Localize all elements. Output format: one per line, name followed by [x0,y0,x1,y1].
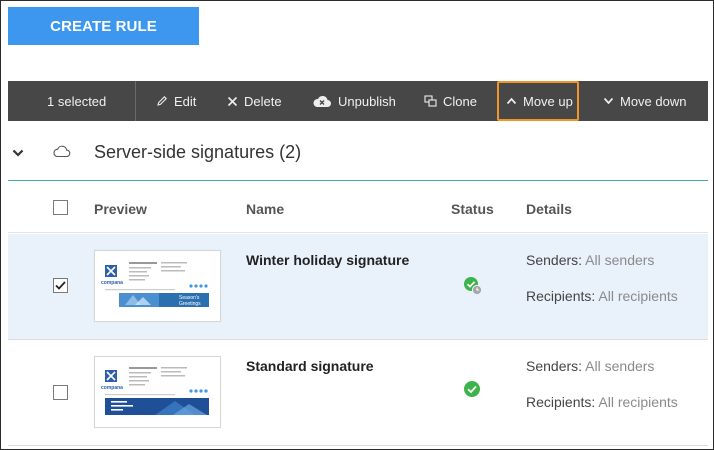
unpublish-label: Unpublish [338,93,396,109]
close-icon [227,96,238,107]
preview-brand: compana [101,385,123,391]
chevron-up-icon [506,97,517,105]
edit-button[interactable]: Edit [156,81,196,121]
move-down-button[interactable]: Move down [603,81,686,121]
preview-brand: compana [101,280,123,286]
column-header-status: Status [451,201,494,217]
unpublish-button[interactable]: Unpublish [312,81,396,121]
delete-button[interactable]: Delete [227,81,282,121]
senders-label: Senders: [526,358,583,374]
row-checkbox[interactable] [53,385,68,400]
column-header-details: Details [526,201,572,217]
recipients-value: All recipients [598,288,678,304]
move-up-label: Move up [523,93,573,109]
senders-detail: Senders: All senders [526,252,654,268]
toolbar-divider [135,81,136,121]
signature-name[interactable]: Winter holiday signature [246,252,409,268]
selected-count: 1 selected [47,81,106,121]
pencil-icon [156,95,168,107]
checkmark-icon [55,281,66,290]
senders-value: All senders [585,252,655,268]
table-header: Preview Name Status Details [8,183,708,233]
selection-toolbar: 1 selected Edit Delete Unpublish Clone M… [8,81,708,121]
collapse-chevron-icon[interactable] [12,145,24,163]
group-title: Server-side signatures (2) [94,142,302,162]
signature-name[interactable]: Standard signature [246,358,374,374]
signature-thumbnail [105,262,209,307]
signature-preview[interactable]: compana Season's Greetings [94,250,221,322]
senders-detail: Senders: All senders [526,358,654,374]
delete-label: Delete [244,93,282,109]
clone-button[interactable]: Clone [424,81,477,121]
status-published-icon [463,380,481,403]
recipients-label: Recipients: [526,288,596,304]
signature-thumbnail [105,367,209,415]
recipients-detail: Recipients: All recipients [526,394,678,410]
chevron-down-icon [603,97,614,105]
preview-banner: Season's Greetings [179,295,201,307]
row-checkbox[interactable] [53,278,68,293]
status-published-pending-icon [463,276,483,301]
table-row[interactable]: compana Season's Greetings Winter holida… [8,234,708,340]
signature-group-header: Server-side signatures (2) [8,126,708,181]
create-rule-button[interactable]: CREATE RULE [8,7,199,45]
column-header-preview: Preview [94,201,147,217]
cloud-off-icon [312,95,332,108]
move-up-button[interactable]: Move up [506,81,573,121]
signature-rules-panel: CREATE RULE 1 selected Edit Delete Unpub… [0,0,714,450]
senders-label: Senders: [526,252,583,268]
senders-value: All senders [585,358,655,374]
cloud-icon [52,145,71,163]
column-header-name: Name [246,201,285,217]
clone-label: Clone [443,93,477,109]
table-row[interactable]: compana Standard signature Senders: All … [8,340,708,446]
select-all-checkbox[interactable] [53,200,68,215]
move-down-label: Move down [620,93,687,109]
recipients-detail: Recipients: All recipients [526,288,678,304]
clone-icon [424,95,437,107]
recipients-label: Recipients: [526,394,596,410]
edit-label: Edit [174,93,197,109]
recipients-value: All recipients [598,394,678,410]
signature-preview[interactable]: compana [94,356,221,428]
selected-count-label: 1 selected [47,93,107,109]
